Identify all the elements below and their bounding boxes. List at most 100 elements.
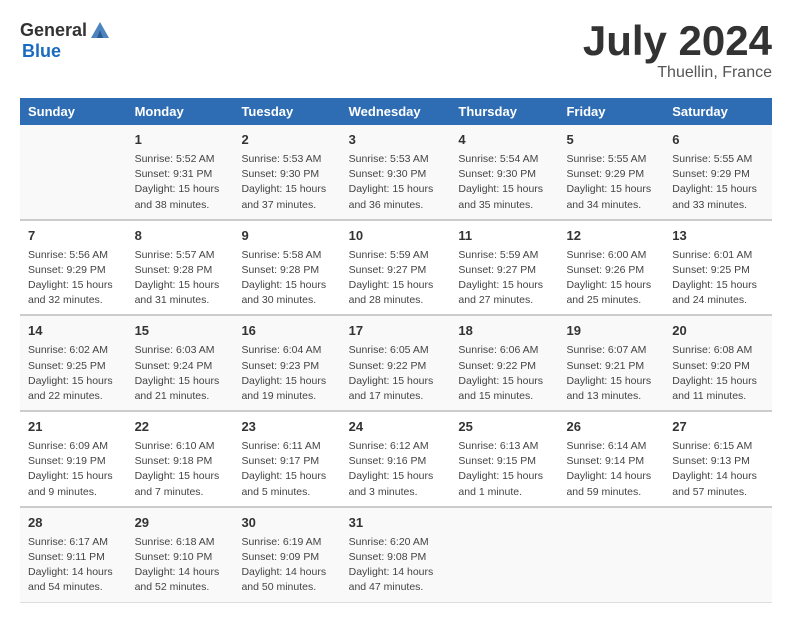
day-info: Sunrise: 6:01 AMSunset: 9:25 PMDaylight:… bbox=[672, 248, 764, 309]
day-info: Sunrise: 6:10 AMSunset: 9:18 PMDaylight:… bbox=[135, 439, 226, 500]
calendar-cell: 20 Sunrise: 6:08 AMSunset: 9:20 PMDayligh… bbox=[664, 315, 772, 411]
day-number: 15 bbox=[135, 322, 226, 341]
day-info: Sunrise: 6:15 AMSunset: 9:13 PMDaylight:… bbox=[672, 439, 764, 500]
calendar-cell: 17 Sunrise: 6:05 AMSunset: 9:22 PMDayligh… bbox=[341, 315, 451, 411]
calendar-cell: 11 Sunrise: 5:59 AMSunset: 9:27 PMDayligh… bbox=[450, 220, 558, 316]
page-header: General Blue July 2024 Thuellin, France bbox=[20, 20, 772, 82]
day-number: 21 bbox=[28, 418, 119, 437]
calendar-cell: 15Sunrise: 6:03 AMSunset: 9:24 PMDayligh… bbox=[127, 315, 234, 411]
day-number: 23 bbox=[241, 418, 332, 437]
calendar-cell: 13 Sunrise: 6:01 AMSunset: 9:25 PMDayligh… bbox=[664, 220, 772, 316]
col-saturday: Saturday bbox=[664, 98, 772, 125]
day-number: 10 bbox=[349, 227, 443, 246]
calendar-cell: 23 Sunrise: 6:11 AMSunset: 9:17 PMDayligh… bbox=[233, 411, 340, 507]
day-info: Sunrise: 6:20 AMSunset: 9:08 PMDaylight:… bbox=[349, 535, 443, 596]
day-number: 28 bbox=[28, 514, 119, 533]
calendar-cell: 30Sunrise: 6:19 AMSunset: 9:09 PMDayligh… bbox=[233, 507, 340, 602]
day-number: 24 bbox=[349, 418, 443, 437]
calendar-cell bbox=[20, 125, 127, 220]
calendar-cell: 22 Sunrise: 6:10 AMSunset: 9:18 PMDayligh… bbox=[127, 411, 234, 507]
day-info: Sunrise: 5:54 AMSunset: 9:30 PMDaylight:… bbox=[458, 152, 550, 213]
subtitle: Thuellin, France bbox=[583, 64, 772, 82]
col-sunday: Sunday bbox=[20, 98, 127, 125]
day-number: 27 bbox=[672, 418, 764, 437]
day-number: 11 bbox=[458, 227, 550, 246]
day-number: 12 bbox=[566, 227, 656, 246]
col-thursday: Thursday bbox=[450, 98, 558, 125]
day-info: Sunrise: 5:59 AMSunset: 9:27 PMDaylight:… bbox=[349, 248, 443, 309]
calendar-cell: 5 Sunrise: 5:55 AMSunset: 9:29 PMDaylight… bbox=[558, 125, 664, 220]
calendar-cell: 2 Sunrise: 5:53 AMSunset: 9:30 PMDaylight… bbox=[233, 125, 340, 220]
calendar-cell bbox=[664, 507, 772, 602]
calendar-cell: 6 Sunrise: 5:55 AMSunset: 9:29 PMDaylight… bbox=[664, 125, 772, 220]
day-info: Sunrise: 5:57 AMSunset: 9:28 PMDaylight:… bbox=[135, 248, 226, 309]
logo: General Blue bbox=[20, 20, 111, 62]
day-info: Sunrise: 6:08 AMSunset: 9:20 PMDaylight:… bbox=[672, 343, 764, 404]
calendar-header-row: Sunday Monday Tuesday Wednesday Thursday… bbox=[20, 98, 772, 125]
day-number: 14 bbox=[28, 322, 119, 341]
calendar-cell: 4Sunrise: 5:54 AMSunset: 9:30 PMDaylight… bbox=[450, 125, 558, 220]
calendar-cell bbox=[558, 507, 664, 602]
calendar-cell: 16Sunrise: 6:04 AMSunset: 9:23 PMDayligh… bbox=[233, 315, 340, 411]
day-info: Sunrise: 6:11 AMSunset: 9:17 PMDaylight:… bbox=[241, 439, 332, 500]
day-info: Sunrise: 6:19 AMSunset: 9:09 PMDaylight:… bbox=[241, 535, 332, 596]
day-info: Sunrise: 6:06 AMSunset: 9:22 PMDaylight:… bbox=[458, 343, 550, 404]
day-info: Sunrise: 6:02 AMSunset: 9:25 PMDaylight:… bbox=[28, 343, 119, 404]
calendar-table: Sunday Monday Tuesday Wednesday Thursday… bbox=[20, 98, 772, 603]
day-number: 17 bbox=[349, 322, 443, 341]
day-info: Sunrise: 5:58 AMSunset: 9:28 PMDaylight:… bbox=[241, 248, 332, 309]
day-info: Sunrise: 6:05 AMSunset: 9:22 PMDaylight:… bbox=[349, 343, 443, 404]
day-info: Sunrise: 5:55 AMSunset: 9:29 PMDaylight:… bbox=[672, 152, 764, 213]
day-number: 16 bbox=[241, 322, 332, 341]
calendar-cell: 3 Sunrise: 5:53 AMSunset: 9:30 PMDaylight… bbox=[341, 125, 451, 220]
day-number: 13 bbox=[672, 227, 764, 246]
logo-blue: Blue bbox=[22, 42, 111, 62]
day-number: 7 bbox=[28, 227, 119, 246]
day-info: Sunrise: 6:17 AMSunset: 9:11 PMDaylight:… bbox=[28, 535, 119, 596]
calendar-cell: 12 Sunrise: 6:00 AMSunset: 9:26 PMDayligh… bbox=[558, 220, 664, 316]
day-number: 9 bbox=[241, 227, 332, 246]
calendar-cell: 14 Sunrise: 6:02 AMSunset: 9:25 PMDayligh… bbox=[20, 315, 127, 411]
day-info: Sunrise: 5:56 AMSunset: 9:29 PMDaylight:… bbox=[28, 248, 119, 309]
day-number: 5 bbox=[566, 131, 656, 150]
calendar-week-row: 21 Sunrise: 6:09 AMSunset: 9:19 PMDayligh… bbox=[20, 411, 772, 507]
calendar-week-row: 7 Sunrise: 5:56 AMSunset: 9:29 PMDaylight… bbox=[20, 220, 772, 316]
day-number: 20 bbox=[672, 322, 764, 341]
day-number: 31 bbox=[349, 514, 443, 533]
calendar-cell: 9 Sunrise: 5:58 AMSunset: 9:28 PMDaylight… bbox=[233, 220, 340, 316]
calendar-cell: 31 Sunrise: 6:20 AMSunset: 9:08 PMDayligh… bbox=[341, 507, 451, 602]
day-info: Sunrise: 5:59 AMSunset: 9:27 PMDaylight:… bbox=[458, 248, 550, 309]
calendar-cell: 8 Sunrise: 5:57 AMSunset: 9:28 PMDaylight… bbox=[127, 220, 234, 316]
day-info: Sunrise: 5:52 AMSunset: 9:31 PMDaylight:… bbox=[135, 152, 226, 213]
day-info: Sunrise: 6:00 AMSunset: 9:26 PMDaylight:… bbox=[566, 248, 656, 309]
calendar-cell: 24 Sunrise: 6:12 AMSunset: 9:16 PMDayligh… bbox=[341, 411, 451, 507]
calendar-cell: 7 Sunrise: 5:56 AMSunset: 9:29 PMDaylight… bbox=[20, 220, 127, 316]
day-number: 19 bbox=[566, 322, 656, 341]
day-number: 18 bbox=[458, 322, 550, 341]
day-info: Sunrise: 5:53 AMSunset: 9:30 PMDaylight:… bbox=[349, 152, 443, 213]
calendar-cell: 28 Sunrise: 6:17 AMSunset: 9:11 PMDayligh… bbox=[20, 507, 127, 602]
day-number: 6 bbox=[672, 131, 764, 150]
calendar-cell: 29Sunrise: 6:18 AMSunset: 9:10 PMDayligh… bbox=[127, 507, 234, 602]
day-info: Sunrise: 6:18 AMSunset: 9:10 PMDaylight:… bbox=[135, 535, 226, 596]
logo-general: General bbox=[20, 21, 87, 41]
day-info: Sunrise: 5:53 AMSunset: 9:30 PMDaylight:… bbox=[241, 152, 332, 213]
calendar-week-row: 28 Sunrise: 6:17 AMSunset: 9:11 PMDayligh… bbox=[20, 507, 772, 602]
calendar-cell: 1 Sunrise: 5:52 AMSunset: 9:31 PMDaylight… bbox=[127, 125, 234, 220]
day-info: Sunrise: 6:12 AMSunset: 9:16 PMDaylight:… bbox=[349, 439, 443, 500]
day-info: Sunrise: 5:55 AMSunset: 9:29 PMDaylight:… bbox=[566, 152, 656, 213]
day-number: 26 bbox=[566, 418, 656, 437]
day-number: 2 bbox=[241, 131, 332, 150]
day-number: 22 bbox=[135, 418, 226, 437]
day-info: Sunrise: 6:13 AMSunset: 9:15 PMDaylight:… bbox=[458, 439, 550, 500]
main-title: July 2024 bbox=[583, 20, 772, 62]
calendar-cell bbox=[450, 507, 558, 602]
col-monday: Monday bbox=[127, 98, 234, 125]
day-number: 3 bbox=[349, 131, 443, 150]
calendar-cell: 25Sunrise: 6:13 AMSunset: 9:15 PMDayligh… bbox=[450, 411, 558, 507]
calendar-cell: 18 Sunrise: 6:06 AMSunset: 9:22 PMDayligh… bbox=[450, 315, 558, 411]
day-number: 8 bbox=[135, 227, 226, 246]
day-number: 1 bbox=[135, 131, 226, 150]
calendar-cell: 26Sunrise: 6:14 AMSunset: 9:14 PMDayligh… bbox=[558, 411, 664, 507]
day-info: Sunrise: 6:09 AMSunset: 9:19 PMDaylight:… bbox=[28, 439, 119, 500]
